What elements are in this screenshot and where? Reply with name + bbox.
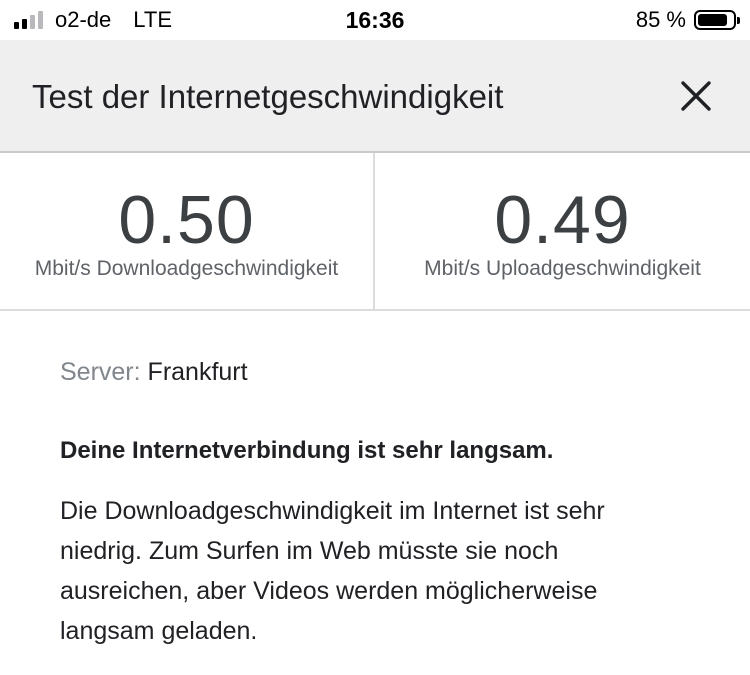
server-value: Frankfurt xyxy=(147,358,248,386)
close-icon xyxy=(681,81,711,111)
result-details: Server: Frankfurt Deine Internetverbindu… xyxy=(0,311,750,651)
battery-percentage: 85 % xyxy=(635,7,686,32)
page-title: Test der Internetgeschwindigkeit xyxy=(32,78,504,115)
close-button[interactable] xyxy=(676,76,716,116)
result-headline: Deine Internetverbindung ist sehr langsa… xyxy=(60,437,554,464)
header: Test der Internetgeschwindigkeit xyxy=(0,40,750,153)
upload-speed-value: 0.49 xyxy=(494,182,631,258)
download-speed-value: 0.50 xyxy=(118,182,255,258)
battery-fill xyxy=(698,14,727,26)
status-bar: o2-de LTE 16:36 85 % xyxy=(0,0,750,40)
battery-icon xyxy=(694,10,740,30)
server-label: Server: xyxy=(60,358,141,386)
download-speed-label: Mbit/s Downloadgeschwindigkeit xyxy=(34,257,339,280)
server-info: Server: Frankfurt xyxy=(60,355,690,389)
upload-speed-label: Mbit/s Uploadgeschwindigkeit xyxy=(424,257,701,280)
upload-result: 0.49 Mbit/s Uploadgeschwindigkeit xyxy=(375,153,750,309)
status-right: 85 % xyxy=(635,0,740,40)
result-description: Die Downloadgeschwindigkeit im Internet … xyxy=(60,497,605,645)
speed-results: 0.50 Mbit/s Downloadgeschwindigkeit 0.49… xyxy=(0,153,750,311)
download-result: 0.50 Mbit/s Downloadgeschwindigkeit xyxy=(0,153,375,309)
